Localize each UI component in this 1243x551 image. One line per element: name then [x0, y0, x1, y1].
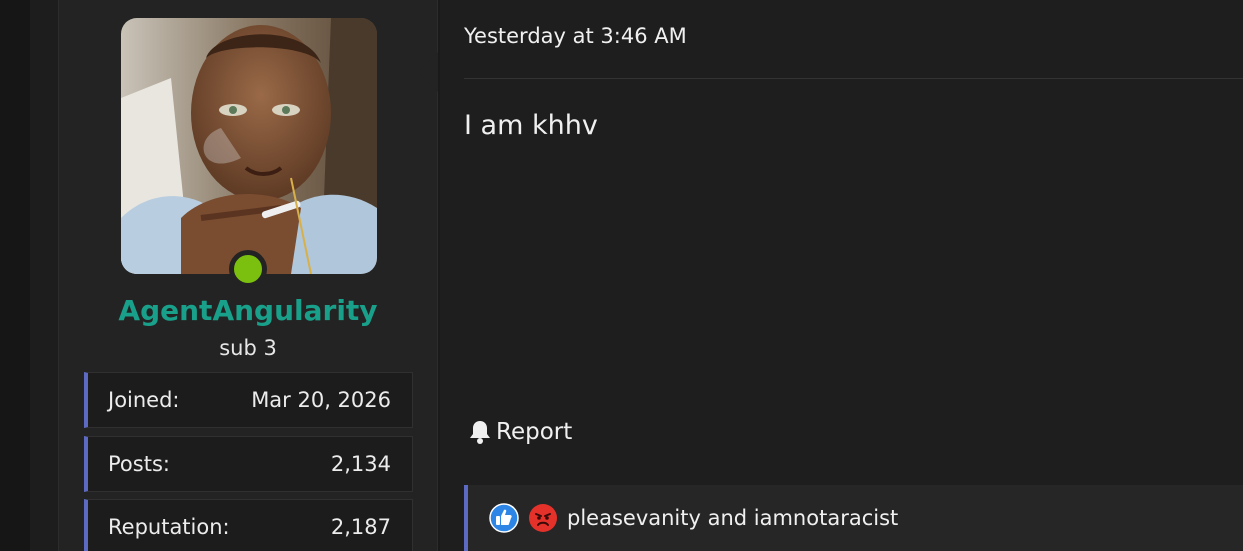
stat-value: Mar 20, 2026: [251, 388, 391, 412]
stat-value[interactable]: 2,134: [331, 452, 391, 476]
report-label: Report: [496, 419, 573, 445]
stat-reputation: Reputation: 2,187: [84, 499, 413, 551]
post-header-divider: [464, 78, 1243, 79]
report-button[interactable]: Report: [468, 419, 572, 445]
avatar[interactable]: [121, 18, 377, 274]
reaction-users-link[interactable]: pleasevanity and iamnotaracist: [567, 506, 898, 530]
post-body-text: I am khhv: [464, 110, 598, 141]
stat-value: 2,187: [330, 515, 391, 539]
post-content-area: [440, 0, 1243, 551]
stat-label: Posts:: [108, 452, 170, 476]
stat-posts: Posts: 2,134: [84, 436, 413, 492]
angry-icon[interactable]: [528, 503, 558, 533]
stat-label: Reputation:: [108, 515, 230, 539]
stat-joined: Joined: Mar 20, 2026: [84, 372, 413, 428]
post-pointer-arrow: [418, 52, 438, 92]
post-date-link[interactable]: Yesterday at 3:46 AM: [464, 24, 687, 48]
reactions-bar[interactable]: pleasevanity and iamnotaracist: [464, 485, 1243, 551]
stat-label: Joined:: [108, 388, 180, 412]
online-status-indicator: [229, 250, 267, 288]
page-side-strip: [30, 0, 58, 551]
user-title: sub 3: [219, 336, 277, 360]
avatar-container[interactable]: [121, 18, 377, 288]
username-link[interactable]: AgentAngularity: [58, 294, 438, 327]
bell-icon: [470, 421, 490, 444]
page-gutter: [0, 0, 30, 551]
like-icon[interactable]: [489, 503, 519, 533]
